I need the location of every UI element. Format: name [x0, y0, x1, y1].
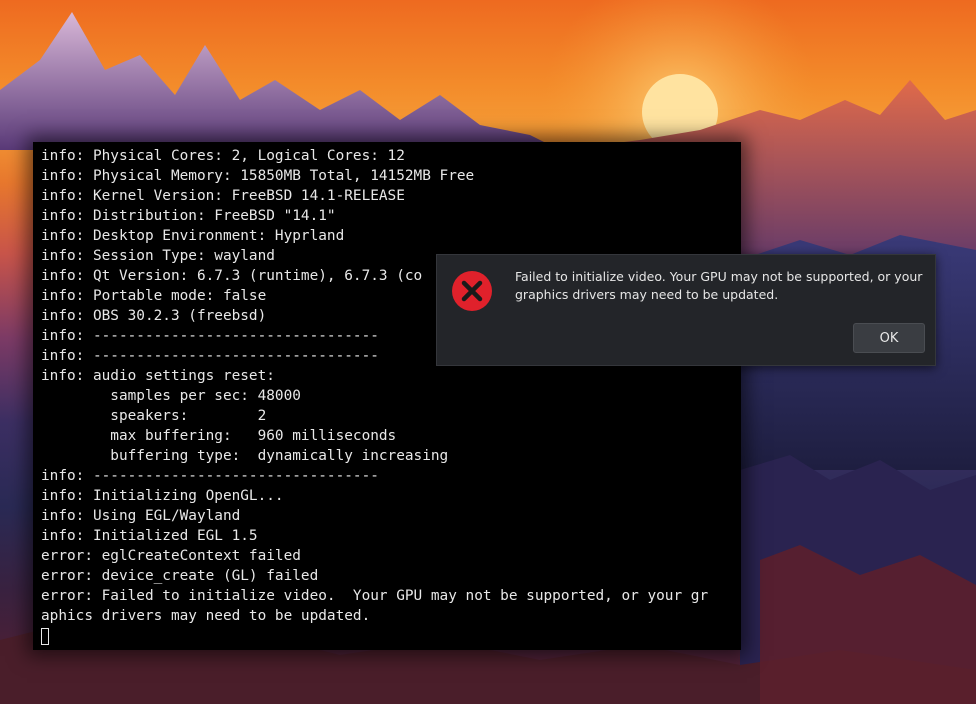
error-dialog: Failed to initialize video. Your GPU may… — [436, 254, 936, 366]
terminal-line: info: Initializing OpenGL... — [41, 488, 284, 504]
error-icon — [451, 270, 493, 312]
terminal-window[interactable]: info: Physical Cores: 2, Logical Cores: … — [33, 142, 741, 650]
dialog-message: Failed to initialize video. Your GPU may… — [515, 269, 923, 302]
terminal-line: speakers: 2 — [41, 408, 267, 424]
terminal-line: info: Kernel Version: FreeBSD 14.1-RELEA… — [41, 188, 405, 204]
terminal-line: info: Physical Memory: 15850MB Total, 14… — [41, 168, 475, 184]
terminal-line: info: Distribution: FreeBSD "14.1" — [41, 208, 336, 224]
terminal-prompt-line[interactable] — [41, 626, 741, 646]
terminal-line: info: Physical Cores: 2, Logical Cores: … — [41, 148, 405, 164]
ok-button[interactable]: OK — [853, 323, 925, 353]
terminal-line: samples per sec: 48000 — [41, 388, 301, 404]
terminal-line: info: Initialized EGL 1.5 — [41, 528, 258, 544]
terminal-line: max buffering: 960 milliseconds — [41, 428, 397, 444]
terminal-line: aphics drivers may need to be updated. — [41, 608, 371, 624]
terminal-output: info: Physical Cores: 2, Logical Cores: … — [41, 146, 741, 646]
terminal-line: error: eglCreateContext failed — [41, 548, 301, 564]
text-cursor — [41, 628, 49, 645]
terminal-line: error: Failed to initialize video. Your … — [41, 588, 709, 604]
terminal-line: info: Using EGL/Wayland — [41, 508, 241, 524]
terminal-line: info: audio settings reset: — [41, 368, 275, 384]
terminal-line: error: device_create (GL) failed — [41, 568, 319, 584]
terminal-line: buffering type: dynamically increasing — [41, 448, 449, 464]
terminal-line: info: Desktop Environment: Hyprland — [41, 228, 345, 244]
terminal-line: info: --------------------------------- — [41, 468, 379, 484]
